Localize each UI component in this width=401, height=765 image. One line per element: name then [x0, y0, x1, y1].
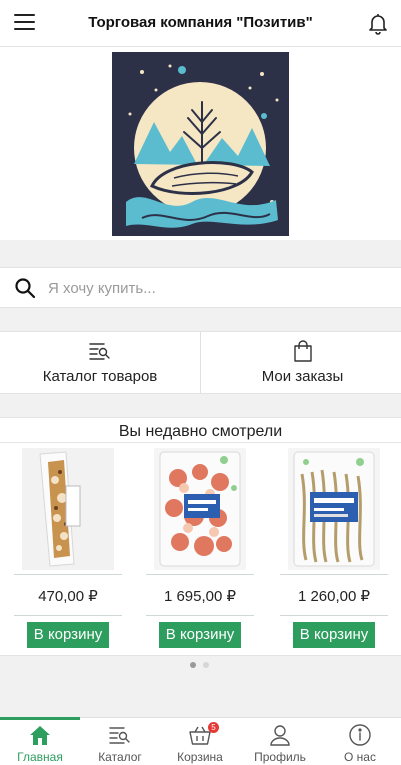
product-price: 1 260,00 ₽ — [297, 588, 371, 605]
tab-catalog[interactable]: Каталог — [80, 718, 160, 765]
tab-label: Профиль — [254, 750, 306, 764]
product-image — [22, 448, 114, 570]
tab-label: Главная — [17, 750, 63, 764]
catalog-search-icon — [88, 340, 112, 362]
app-header: Торговая компания "Позитив" — [0, 0, 401, 47]
carousel-pagination — [0, 662, 401, 670]
divider — [14, 574, 122, 575]
my-orders-label: Мои заказы — [261, 368, 344, 385]
product-price: 470,00 ₽ — [38, 588, 98, 605]
product-image — [288, 448, 380, 570]
tab-label: О нас — [344, 750, 376, 764]
divider — [280, 615, 388, 616]
product-card[interactable]: 470,00 ₽ В корзину — [14, 448, 122, 648]
tab-home[interactable]: Главная — [0, 717, 80, 765]
tab-about[interactable]: О нас — [320, 718, 400, 765]
product-image — [154, 448, 246, 570]
divider — [0, 442, 401, 443]
company-logo — [112, 52, 289, 236]
hamburger-menu-icon[interactable] — [14, 13, 36, 31]
divider — [280, 574, 388, 575]
catalog-link[interactable]: Каталог товаров — [0, 332, 201, 393]
user-icon — [268, 724, 292, 746]
tab-label: Корзина — [177, 750, 223, 764]
pagination-dot[interactable] — [203, 662, 209, 668]
info-icon — [348, 724, 372, 746]
product-card[interactable]: 1 695,00 ₽ В корзину — [146, 448, 254, 648]
divider — [146, 615, 254, 616]
active-tab-indicator — [0, 717, 80, 720]
page-title: Торговая компания "Позитив" — [88, 14, 313, 31]
pagination-dot-active[interactable] — [190, 662, 196, 668]
product-card[interactable]: 1 260,00 ₽ В корзину — [280, 448, 388, 648]
cart-count-badge: 5 — [208, 722, 219, 733]
logo-banner — [0, 47, 401, 240]
search-icon — [14, 277, 36, 299]
tab-cart[interactable]: 5 Корзина — [160, 718, 240, 765]
bell-icon[interactable] — [366, 11, 390, 35]
product-price: 1 695,00 ₽ — [163, 588, 237, 605]
search-bar — [0, 267, 401, 308]
shopping-bag-icon — [291, 340, 315, 362]
add-to-cart-button[interactable]: В корзину — [159, 622, 241, 648]
tab-profile[interactable]: Профиль — [240, 718, 320, 765]
tab-label: Каталог — [98, 750, 142, 764]
catalog-icon — [108, 724, 132, 746]
bottom-tab-bar: Главная Каталог 5 Корзина Профиль О нас — [0, 717, 401, 765]
divider — [146, 574, 254, 575]
catalog-link-label: Каталог товаров — [42, 368, 158, 385]
search-input[interactable] — [46, 276, 380, 300]
divider — [14, 615, 122, 616]
add-to-cart-button[interactable]: В корзину — [27, 622, 109, 648]
my-orders-link[interactable]: Мои заказы — [204, 332, 401, 393]
quick-links: Каталог товаров Мои заказы — [0, 331, 401, 394]
section-title: Вы недавно смотрели — [118, 423, 283, 440]
recently-viewed-section: Вы недавно смотрели 470,00 ₽ В корзину 1… — [0, 417, 401, 656]
add-to-cart-button[interactable]: В корзину — [293, 622, 375, 648]
home-icon — [28, 724, 52, 746]
